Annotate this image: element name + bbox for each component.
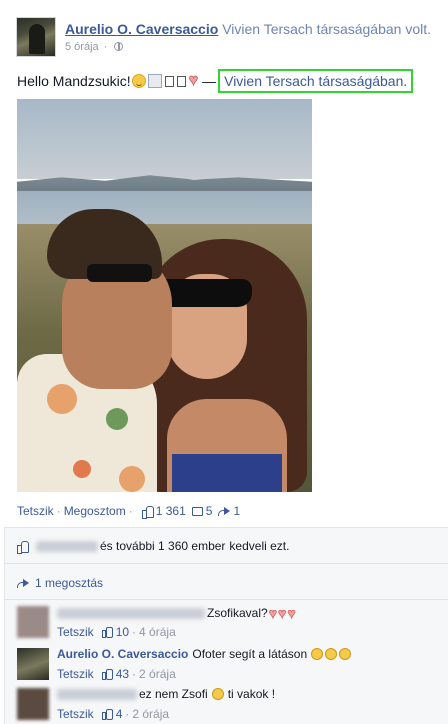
comment-like-count[interactable]: 4 [116, 707, 123, 721]
likes-summary-link[interactable]: és további 1 360 ember [100, 539, 225, 553]
commenter-avatar[interactable] [17, 688, 49, 720]
comment: Zsofikaval? ♥ ♥ ♥ Tetszik 10 · 4 órája [5, 600, 448, 646]
like-thumb-icon [101, 709, 113, 720]
smile-emoji-icon [325, 648, 338, 660]
comment-like-count[interactable]: 10 [116, 625, 129, 639]
comment-count[interactable]: 5 [206, 504, 213, 518]
heart-icon: ♥ [278, 605, 287, 622]
comment-body: Aurelio O. Caversaccio Ofoter segít a lá… [57, 647, 352, 661]
tagged-with-link[interactable]: Vivien Tersach társaságában. [218, 69, 414, 93]
like-thumb-icon [17, 540, 29, 554]
missing-glyph-icon [164, 75, 174, 87]
commenter-avatar[interactable] [17, 648, 49, 680]
comment-body: ez nem Zsofi ti vakok ! [57, 687, 275, 701]
comment-actions: Tetszik 4 · 2 órája [57, 707, 170, 721]
globe-icon[interactable] [114, 42, 124, 51]
share-link[interactable]: Megosztom [64, 504, 126, 518]
comment-text: Zsofikaval? [207, 606, 268, 620]
comment-like-link[interactable]: Tetszik [57, 625, 94, 639]
author-avatar[interactable] [16, 17, 56, 57]
share-icon [17, 578, 29, 588]
comment-like-link[interactable]: Tetszik [57, 707, 94, 721]
commenter-avatar[interactable] [17, 606, 49, 638]
muscle-emoji-icon [147, 74, 162, 88]
blurred-name[interactable] [36, 540, 98, 552]
post-header-line: Aurelio O. Caversaccio Vivien Tersach tá… [65, 21, 431, 37]
comment-actions: Tetszik 43 · 2 órája [57, 667, 176, 681]
wink-emoji-icon [311, 648, 324, 660]
comment-text-2: ti vakok ! [227, 687, 276, 701]
heart-icon: ♥ [188, 72, 199, 89]
feedback-section: és további 1 360 ember kedveli ezt. 1 me… [4, 527, 448, 724]
wink-emoji-icon [131, 74, 146, 88]
share-icon [218, 506, 231, 516]
action-bar: Tetszik · Megosztom · 1 361 5 1 [17, 504, 241, 519]
like-thumb-icon [141, 505, 154, 519]
like-count[interactable]: 1 361 [156, 504, 186, 518]
missing-glyph-icon [176, 75, 186, 87]
shares-summary-row: 1 megosztás [5, 564, 448, 600]
blurred-name[interactable] [57, 688, 137, 700]
comment-actions: Tetszik 10 · 4 órája [57, 625, 176, 639]
heart-icon: ♥ [268, 605, 278, 622]
author-link[interactable]: Aurelio O. Caversaccio [65, 21, 218, 37]
post-text: Hello Mandzsukic! ♥ — Vivien Tersach tár… [17, 69, 414, 93]
like-link[interactable]: Tetszik [17, 504, 54, 518]
likes-summary-suffix: kedveli ezt. [229, 539, 290, 553]
likes-summary-row: és további 1 360 ember kedveli ezt. [5, 528, 448, 564]
comment-like-link[interactable]: Tetszik [57, 667, 94, 681]
comment-like-count[interactable]: 43 [116, 667, 129, 681]
comment-author[interactable]: Aurelio O. Caversaccio [57, 647, 188, 661]
shares-summary-link[interactable]: 1 megosztás [35, 576, 103, 590]
laugh-emoji-icon [339, 648, 352, 660]
comment-time[interactable]: 4 órája [139, 625, 176, 639]
comment-time[interactable]: 2 órája [132, 707, 169, 721]
like-thumb-icon [101, 669, 113, 680]
with-text[interactable]: Vivien Tersach társaságában volt. [222, 21, 431, 37]
neutral-emoji-icon [211, 688, 224, 700]
post-photo[interactable] [17, 99, 312, 492]
post-header: Aurelio O. Caversaccio Vivien Tersach tá… [16, 17, 448, 61]
heart-icon: ♥ [287, 605, 296, 622]
share-count[interactable]: 1 [233, 504, 240, 518]
comment-time[interactable]: 2 órája [139, 667, 176, 681]
comment-text: Ofoter segít a látáson [192, 647, 308, 661]
like-thumb-icon [101, 627, 113, 638]
post-meta: 5 órája · [65, 41, 124, 53]
post-message: Hello Mandzsukic! [17, 73, 131, 89]
comment: ez nem Zsofi ti vakok ! Tetszik 4 · 2 ór… [5, 682, 448, 724]
comment-icon [191, 506, 203, 516]
blurred-name[interactable] [57, 607, 205, 619]
comment-text: ez nem Zsofi [139, 687, 208, 701]
post-time[interactable]: 5 órája [65, 41, 99, 53]
comment-body: Zsofikaval? ♥ ♥ ♥ [57, 605, 296, 621]
dash-separator: — [202, 73, 217, 89]
